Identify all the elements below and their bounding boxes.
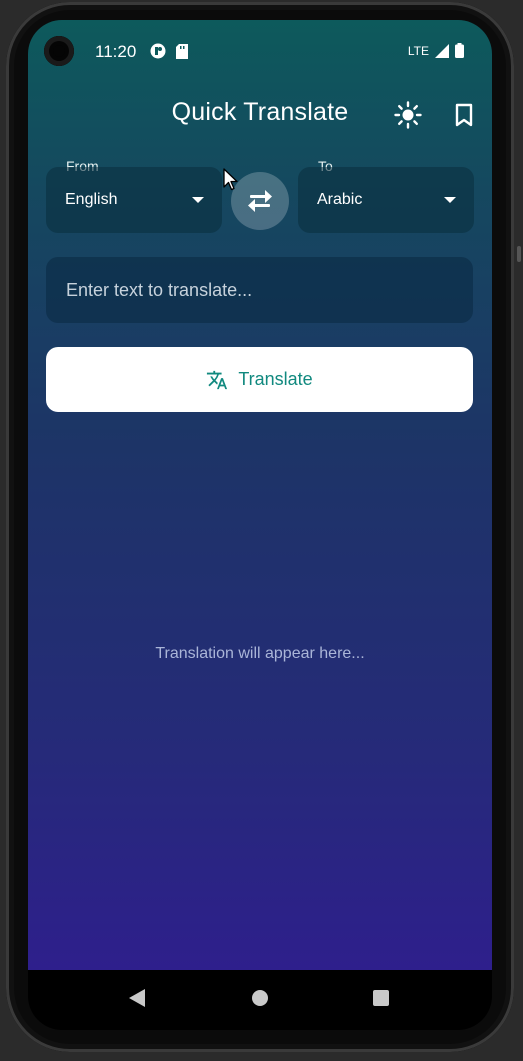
to-language-value: Arabic (317, 191, 363, 208)
from-language-dropdown[interactable]: English (46, 167, 222, 233)
back-icon[interactable] (129, 989, 145, 1007)
app-notification-icon (150, 43, 166, 59)
power-button (517, 246, 521, 262)
app-title-text: Quick Translate (171, 98, 349, 126)
status-system-icons: LTE (408, 43, 464, 58)
bookmark-icon (455, 103, 473, 127)
translate-button[interactable]: Translate (46, 347, 473, 412)
swap-arrows-icon (248, 190, 272, 212)
mouse-cursor-icon (223, 168, 238, 191)
recents-icon[interactable] (373, 990, 389, 1006)
source-text-input[interactable] (46, 257, 473, 323)
translate-icon (207, 370, 228, 389)
status-time: 11:20 (95, 42, 137, 61)
signal-icon (435, 43, 449, 58)
theme-toggle-button[interactable] (393, 100, 423, 130)
chevron-down-icon (192, 197, 204, 203)
sd-card-icon (176, 43, 188, 59)
sun-icon (394, 101, 422, 129)
to-language-dropdown[interactable]: Arabic (298, 167, 474, 233)
chevron-down-icon (444, 197, 456, 203)
home-icon[interactable] (252, 990, 268, 1006)
bookmark-button[interactable] (449, 100, 479, 130)
app-screen: 11:20 LTE Quick Translate From To Englis… (28, 20, 492, 970)
translation-result: Translation will appear here... (155, 645, 365, 662)
translate-button-label: Translate (238, 369, 313, 389)
from-language-value: English (65, 191, 118, 208)
front-camera (44, 36, 74, 66)
status-notification-icons (150, 43, 188, 59)
swap-languages-button[interactable] (231, 172, 289, 230)
battery-icon (455, 43, 464, 58)
system-nav-bar (28, 970, 492, 1030)
network-type: LTE (407, 43, 429, 58)
